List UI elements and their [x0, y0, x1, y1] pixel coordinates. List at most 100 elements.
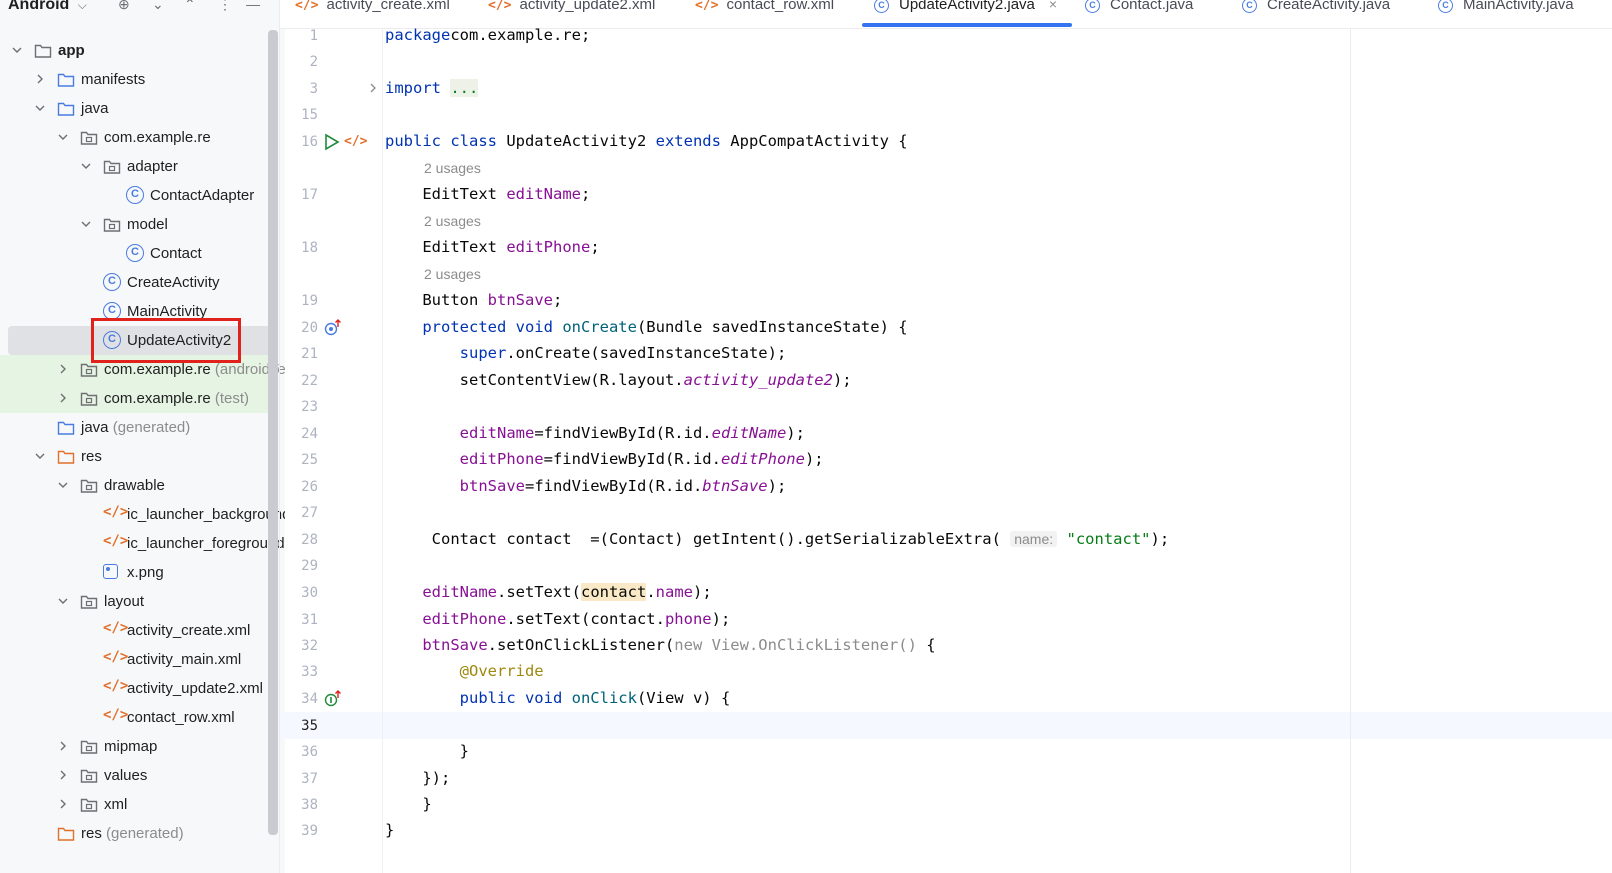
tree-item[interactable]: mipmap: [0, 732, 278, 761]
code-token: .setOnClickListener(: [487, 636, 675, 654]
tab-label: contact_row.xml: [726, 0, 835, 13]
chevron-right-icon[interactable]: [56, 739, 70, 753]
gutter-separator: [382, 28, 383, 873]
usages-hint[interactable]: 2 usages: [424, 160, 481, 176]
project-panel-header: Android ⌵ ⊕ ⌄ ⌃ ⋮ —: [0, 0, 285, 22]
tree-item[interactable]: drawable: [0, 471, 278, 500]
package-folder-icon: [80, 477, 98, 495]
tree-item[interactable]: </> activity_create.xml: [0, 616, 278, 645]
implements-icon[interactable]: [324, 690, 344, 713]
expand-all-icon[interactable]: ⌄: [152, 0, 164, 13]
line-number: 24: [301, 426, 318, 442]
collapse-all-icon[interactable]: ⌃: [184, 0, 196, 13]
tree-item[interactable]: com.example.re: [0, 123, 278, 152]
chevron-down-icon[interactable]: [10, 43, 24, 57]
tree-item[interactable]: </> ic_launcher_background: [0, 500, 285, 529]
tree-item[interactable]: </> contact_row.xml: [0, 703, 278, 732]
chevron-down-icon[interactable]: [79, 159, 93, 173]
code-token: .setText(contact.: [506, 610, 665, 628]
code-token: }: [385, 795, 432, 813]
editor-tab[interactable]: </> activity_create.xml: [295, 0, 450, 26]
chevron-down-icon[interactable]: [56, 594, 70, 608]
package-folder-icon: [103, 216, 121, 234]
chevron-down-icon[interactable]: [33, 101, 47, 115]
code-line: protected void onCreate(Bundle savedInst…: [385, 318, 907, 336]
tree-item[interactable]: com.example.re (test): [0, 384, 278, 413]
chevron-down-icon[interactable]: [56, 130, 70, 144]
usages-hint[interactable]: 2 usages: [424, 266, 481, 282]
code-token: Button: [385, 291, 488, 309]
chevron-right-icon[interactable]: [33, 72, 47, 86]
editor-tab[interactable]: </> contact_row.xml: [695, 0, 834, 26]
chevron-right-icon[interactable]: [56, 797, 70, 811]
module-folder-icon: [34, 42, 52, 60]
chevron-down-icon[interactable]: [33, 449, 47, 463]
tree-item[interactable]: model: [0, 210, 278, 239]
code-token: AppCompatActivity {: [720, 132, 908, 150]
tree-item[interactable]: layout: [0, 587, 278, 616]
tree-item[interactable]: C Contact: [0, 239, 278, 268]
package-folder-icon: [80, 738, 98, 756]
tree-item[interactable]: java (generated): [0, 413, 278, 442]
tree-item[interactable]: java: [0, 94, 278, 123]
tree-item-name: values: [104, 767, 148, 784]
tree-item[interactable]: x.png: [0, 558, 278, 587]
chevron-down-icon[interactable]: [79, 217, 93, 231]
close-tab-icon[interactable]: ×: [1049, 0, 1057, 12]
run-icon[interactable]: [324, 133, 340, 156]
code-line: public class UpdateActivity2 extends App…: [385, 132, 908, 150]
code-token: btnSave: [385, 636, 488, 654]
tree-item[interactable]: </> ic_launcher_foreground: [0, 529, 285, 558]
code-token: package: [385, 26, 451, 44]
options-icon[interactable]: ⋮: [218, 0, 232, 13]
editor-tab[interactable]: C CreateActivity.java: [1242, 0, 1390, 26]
package-folder-icon: [80, 361, 98, 379]
xml-file-icon: </>: [103, 649, 129, 665]
locate-icon[interactable]: ⊕: [118, 0, 130, 13]
chevron-right-icon[interactable]: [56, 362, 70, 376]
override-icon[interactable]: [324, 319, 344, 342]
editor-tab[interactable]: </> activity_update2.xml: [488, 0, 655, 26]
code-line: }: [385, 795, 432, 813]
tree-item-label: activity_create.xml: [127, 622, 250, 639]
tree-item[interactable]: </> activity_main.xml: [0, 645, 278, 674]
tree-item-label: mipmap: [104, 738, 157, 755]
tree-item[interactable]: res: [0, 442, 278, 471]
tree-item-label: com.example.re (test): [104, 390, 249, 407]
tree-item[interactable]: app: [0, 36, 278, 65]
tree-item-label: model: [127, 216, 168, 233]
tree-item-label: ic_launcher_background: [127, 506, 285, 523]
chevron-right-icon[interactable]: [56, 768, 70, 782]
tree-item-hint: (generated): [108, 419, 191, 436]
hide-panel-icon[interactable]: —: [246, 0, 260, 12]
tree-item[interactable]: manifests: [0, 65, 278, 94]
chevron-down-icon[interactable]: [56, 478, 70, 492]
line-number: 28: [301, 532, 318, 548]
editor-tab[interactable]: C MainActivity.java: [1438, 0, 1574, 26]
current-line-highlight: [280, 712, 1612, 739]
fold-arrow-icon[interactable]: [368, 81, 378, 100]
layout-preview-icon[interactable]: </>: [344, 132, 367, 150]
line-number: 15: [301, 107, 318, 123]
line-number: 22: [301, 373, 318, 389]
line-number: 35: [301, 718, 318, 734]
tree-item[interactable]: res (generated): [0, 819, 278, 848]
code-token: .onCreate(savedInstanceState);: [506, 344, 787, 362]
resource-folder-icon: [57, 448, 75, 466]
code-line: EditText editName;: [385, 185, 590, 203]
tree-scrollbar[interactable]: [268, 30, 278, 835]
tree-item[interactable]: values: [0, 761, 278, 790]
chevron-right-icon[interactable]: [56, 391, 70, 405]
editor-tab[interactable]: C Contact.java: [1085, 0, 1193, 26]
line-number: 19: [301, 293, 318, 309]
tree-item[interactable]: C ContactAdapter: [0, 181, 278, 210]
tree-item[interactable]: xml: [0, 790, 278, 819]
tree-item[interactable]: adapter: [0, 152, 278, 181]
project-view-selector[interactable]: Android ⌵: [8, 0, 87, 14]
code-token: ;: [552, 291, 563, 309]
usages-hint[interactable]: 2 usages: [424, 213, 481, 229]
java-class-icon: C: [1242, 0, 1257, 13]
tree-item[interactable]: </> activity_update2.xml: [0, 674, 278, 703]
tree-item[interactable]: C CreateActivity: [0, 268, 278, 297]
